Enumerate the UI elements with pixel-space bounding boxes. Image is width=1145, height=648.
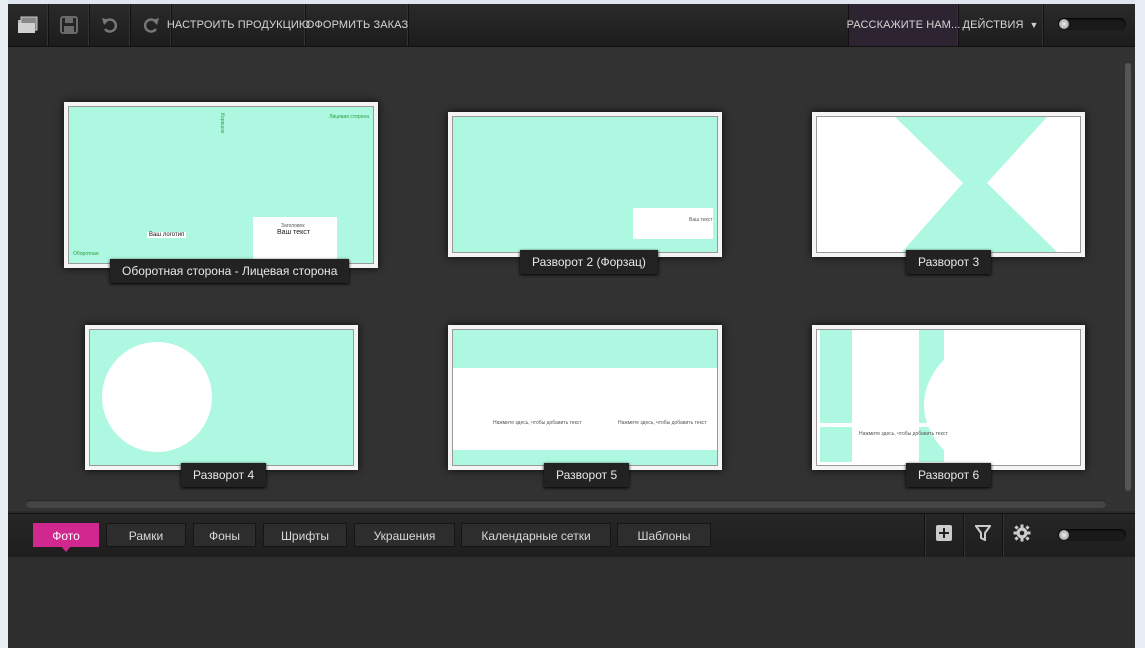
spread-label: Оборотная сторона - Лицевая сторона xyxy=(110,259,350,283)
spread-6[interactable]: Нажмите здесь, чтобы добавить текст xyxy=(812,325,1085,470)
tab-fonts[interactable]: Шрифты xyxy=(263,523,347,547)
photo-frame[interactable] xyxy=(820,330,852,423)
tab-frames[interactable]: Рамки xyxy=(106,523,186,547)
tab-backgrounds[interactable]: Фоны xyxy=(193,523,256,547)
zoom-slider-knob[interactable] xyxy=(1059,19,1069,29)
save-button[interactable] xyxy=(49,4,90,46)
spreads-workspace: Корешок Лицевая сторона Оборотная Ваш ло… xyxy=(8,47,1135,511)
tab-calendar-grids[interactable]: Календарные сетки xyxy=(461,523,611,547)
open-button[interactable] xyxy=(8,4,49,46)
place-order-label: ОФОРМИТЬ ЗАКАЗ xyxy=(305,19,409,31)
spread-5[interactable]: Нажмите здесь, чтобы добавить текст Нажм… xyxy=(448,325,722,470)
open-icon xyxy=(17,16,39,34)
customize-product-button[interactable]: НАСТРОИТЬ ПРОДУКЦИЮ xyxy=(167,4,310,46)
tell-us-button[interactable]: РАССКАЖИТЕ НАМ... xyxy=(846,4,961,46)
undo-icon xyxy=(101,16,119,34)
redo-icon xyxy=(142,16,160,34)
tab-templates[interactable]: Шаблоны xyxy=(617,523,711,547)
bottom-panel-bar: Фото Рамки Фоны Шрифты Украшения Календа… xyxy=(8,513,1135,558)
x-shape-graphic xyxy=(895,117,1057,252)
gear-icon xyxy=(1013,524,1031,547)
photo-frame[interactable] xyxy=(820,427,852,462)
thumbnail-size-slider[interactable] xyxy=(1058,529,1126,541)
photo-frame-circle[interactable] xyxy=(102,342,212,452)
text-box[interactable]: Ваш текст xyxy=(633,208,713,239)
spread-canvas xyxy=(816,116,1081,253)
top-toolbar: НАСТРОИТЬ ПРОДУКЦИЮ ОФОРМИТЬ ЗАКАЗ РАССК… xyxy=(8,4,1135,47)
spread-2[interactable]: Ваш текст xyxy=(448,112,722,257)
text-strip[interactable]: Нажмите здесь, чтобы добавить текст Нажм… xyxy=(453,368,717,450)
spread-4[interactable] xyxy=(85,325,358,470)
zoom-slider[interactable] xyxy=(1058,18,1126,30)
spread-label: Разворот 5 xyxy=(544,463,630,487)
settings-button[interactable] xyxy=(1002,514,1041,557)
left-text-hint: Нажмите здесь, чтобы добавить текст xyxy=(493,420,582,426)
text-hint: Нажмите здесь, чтобы добавить текст xyxy=(859,431,948,437)
filter-icon xyxy=(974,525,992,546)
undo-button[interactable] xyxy=(90,4,131,46)
logo-placeholder[interactable]: Ваш логотип xyxy=(147,232,187,238)
redo-button[interactable] xyxy=(131,4,172,46)
tab-photo[interactable]: Фото xyxy=(33,523,99,552)
place-order-button[interactable]: ОФОРМИТЬ ЗАКАЗ xyxy=(306,4,409,46)
spread-canvas xyxy=(89,329,354,466)
save-icon xyxy=(60,16,78,34)
actions-label: ДЕЙСТВИЯ xyxy=(962,19,1024,31)
back-side-text: Оборотная xyxy=(73,251,99,257)
filter-button[interactable] xyxy=(963,514,1002,557)
actions-menu[interactable]: ДЕЙСТВИЯ ▼ xyxy=(958,4,1044,46)
spread-label: Разворот 6 xyxy=(906,463,992,487)
spread-canvas: Нажмите здесь, чтобы добавить текст Нажм… xyxy=(452,329,718,466)
window-frame-right xyxy=(1135,0,1145,648)
spread-canvas: Нажмите здесь, чтобы добавить текст xyxy=(816,329,1081,466)
customize-product-label: НАСТРОИТЬ ПРОДУКЦИЮ xyxy=(166,19,311,31)
window-frame-left xyxy=(0,0,8,648)
tab-decorations[interactable]: Украшения xyxy=(354,523,455,547)
spread-label: Разворот 4 xyxy=(181,463,267,487)
horizontal-scrollbar[interactable] xyxy=(26,500,1106,508)
spread-canvas: Корешок Лицевая сторона Оборотная Ваш ло… xyxy=(68,106,374,264)
spread-3[interactable] xyxy=(812,112,1085,257)
chevron-down-icon: ▼ xyxy=(1029,20,1039,30)
vertical-scrollbar[interactable] xyxy=(1125,63,1131,491)
text-box-caption: Ваш текст xyxy=(689,217,713,223)
text-box-caption: Ваш текст xyxy=(277,229,310,236)
photo-frame-circle[interactable] xyxy=(924,330,1080,465)
spread-canvas: Ваш текст xyxy=(452,116,718,253)
thumbnail-size-slider-knob[interactable] xyxy=(1059,530,1069,540)
tell-us-label: РАССКАЖИТЕ НАМ... xyxy=(846,19,961,31)
right-text-hint: Нажмите здесь, чтобы добавить текст xyxy=(618,420,707,426)
photo-panel-area xyxy=(8,557,1135,648)
add-icon xyxy=(936,525,952,546)
add-button[interactable] xyxy=(924,514,963,557)
spread-label: Разворот 3 xyxy=(906,250,992,274)
text-box[interactable]: Заголовок Ваш текст xyxy=(253,217,337,263)
front-side-text: Лицевая сторона xyxy=(329,114,369,120)
spread-label: Разворот 2 (Форзац) xyxy=(520,250,658,274)
spine-text: Корешок xyxy=(219,113,225,134)
spread-cover[interactable]: Корешок Лицевая сторона Оборотная Ваш ло… xyxy=(64,102,378,268)
